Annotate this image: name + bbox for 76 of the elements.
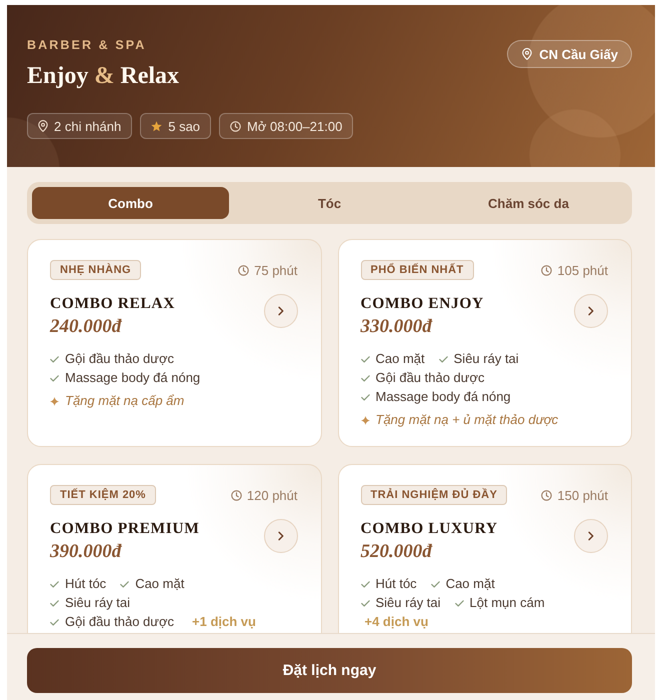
- chevron-right-icon: [588, 306, 594, 316]
- check-icon: [360, 356, 370, 362]
- sparkle-icon: [360, 416, 370, 424]
- category-tab[interactable]: Combo: [32, 187, 229, 219]
- clock-icon: [230, 490, 242, 500]
- check-icon: [438, 356, 448, 362]
- more-services-text: +1 dịch vụ: [192, 613, 256, 631]
- chip-label: 2 chi nhánh: [54, 118, 122, 134]
- location-pin-icon: [38, 120, 48, 132]
- duration-text: 120 phút: [246, 488, 298, 502]
- service-text: Siêu ráy tai: [376, 594, 441, 612]
- service-text: Hút tóc: [376, 575, 417, 593]
- check-icon: [50, 356, 59, 362]
- service-text: Lột mụn cám: [470, 594, 545, 612]
- gift-text: Tặng mặt nạ cấp ẩm: [65, 392, 184, 410]
- chevron-right-icon: [278, 531, 284, 541]
- clock-icon: [230, 120, 242, 132]
- location-pin-icon: [522, 48, 532, 60]
- check-icon: [360, 374, 370, 382]
- combo-tag: TRẢI NGHIỆM ĐỦ ĐẦY: [360, 485, 508, 505]
- chevron-right-icon: [588, 531, 594, 541]
- combo-tag: NHẸ NHÀNG: [50, 260, 142, 280]
- combo-tag: TIẾT KIỆM 20%: [50, 485, 156, 505]
- duration-text: 150 phút: [557, 488, 608, 502]
- service-text: Gội đầu thảo dược: [65, 350, 174, 368]
- check-icon: [360, 580, 370, 588]
- clock-icon: [238, 264, 250, 276]
- check-icon: [50, 374, 59, 382]
- service-text: Massage body đá nóng: [376, 388, 511, 406]
- combo-name: COMBO RELAX: [50, 295, 176, 313]
- combo-name: COMBO LUXURY: [360, 520, 498, 538]
- service-text: Cao mặt: [135, 575, 184, 593]
- clock-icon: [541, 490, 552, 500]
- chip-label: Mở 08:00–21:00: [247, 118, 342, 134]
- category-tab[interactable]: Tóc: [231, 187, 428, 219]
- check-icon: [454, 600, 464, 606]
- service-text: Siêu ráy tai: [454, 350, 519, 368]
- sparkle-icon: [50, 396, 59, 406]
- check-icon: [120, 580, 130, 588]
- combo-tag: PHỔ BIẾN NHẤT: [360, 260, 474, 280]
- combo-price: 390.000đ: [50, 540, 123, 564]
- branch-button[interactable]: CN Cầu Giấy: [507, 40, 632, 68]
- brand-title: Enjoy & Relax: [27, 62, 180, 91]
- combo-name: COMBO ENJOY: [360, 295, 484, 313]
- service-text: Cao mặt: [446, 575, 495, 593]
- details-button[interactable]: [264, 294, 298, 328]
- chip-label: 5 sao: [168, 118, 200, 134]
- check-icon: [50, 618, 59, 626]
- details-button[interactable]: [574, 519, 608, 553]
- duration-text: 75 phút: [254, 262, 298, 278]
- details-button[interactable]: [574, 294, 608, 328]
- check-icon: [360, 600, 370, 606]
- service-text: Gội đầu thảo dược: [65, 613, 174, 631]
- duration-text: 105 phút: [557, 262, 608, 278]
- service-text: Cao mặt: [376, 350, 425, 368]
- chevron-right-icon: [278, 306, 284, 316]
- brand-tagline: BARBER & SPA: [27, 37, 148, 54]
- gift-text: Tặng mặt nạ + ủ mặt thảo dược: [376, 411, 558, 429]
- combo-price: 240.000đ: [50, 315, 123, 339]
- service-text: Gội đầu thảo dược: [376, 369, 485, 387]
- service-text: Massage body đá nóng: [65, 369, 200, 387]
- clock-icon: [541, 264, 552, 276]
- book-now-button[interactable]: Đặt lịch ngay: [27, 648, 632, 693]
- combo-price: 330.000đ: [360, 315, 434, 339]
- service-text: Siêu ráy tai: [65, 594, 130, 612]
- category-tab[interactable]: Chăm sóc da: [430, 187, 627, 219]
- combo-price: 520.000đ: [360, 540, 434, 564]
- check-icon: [430, 580, 440, 588]
- combo-name: COMBO PREMIUM: [50, 520, 200, 538]
- check-icon: [50, 580, 59, 588]
- more-services-text: +4 dịch vụ: [364, 613, 428, 631]
- star-icon: [151, 120, 162, 132]
- check-icon: [360, 394, 370, 400]
- check-icon: [50, 600, 59, 606]
- details-button[interactable]: [264, 519, 298, 553]
- service-text: Hút tóc: [65, 575, 106, 593]
